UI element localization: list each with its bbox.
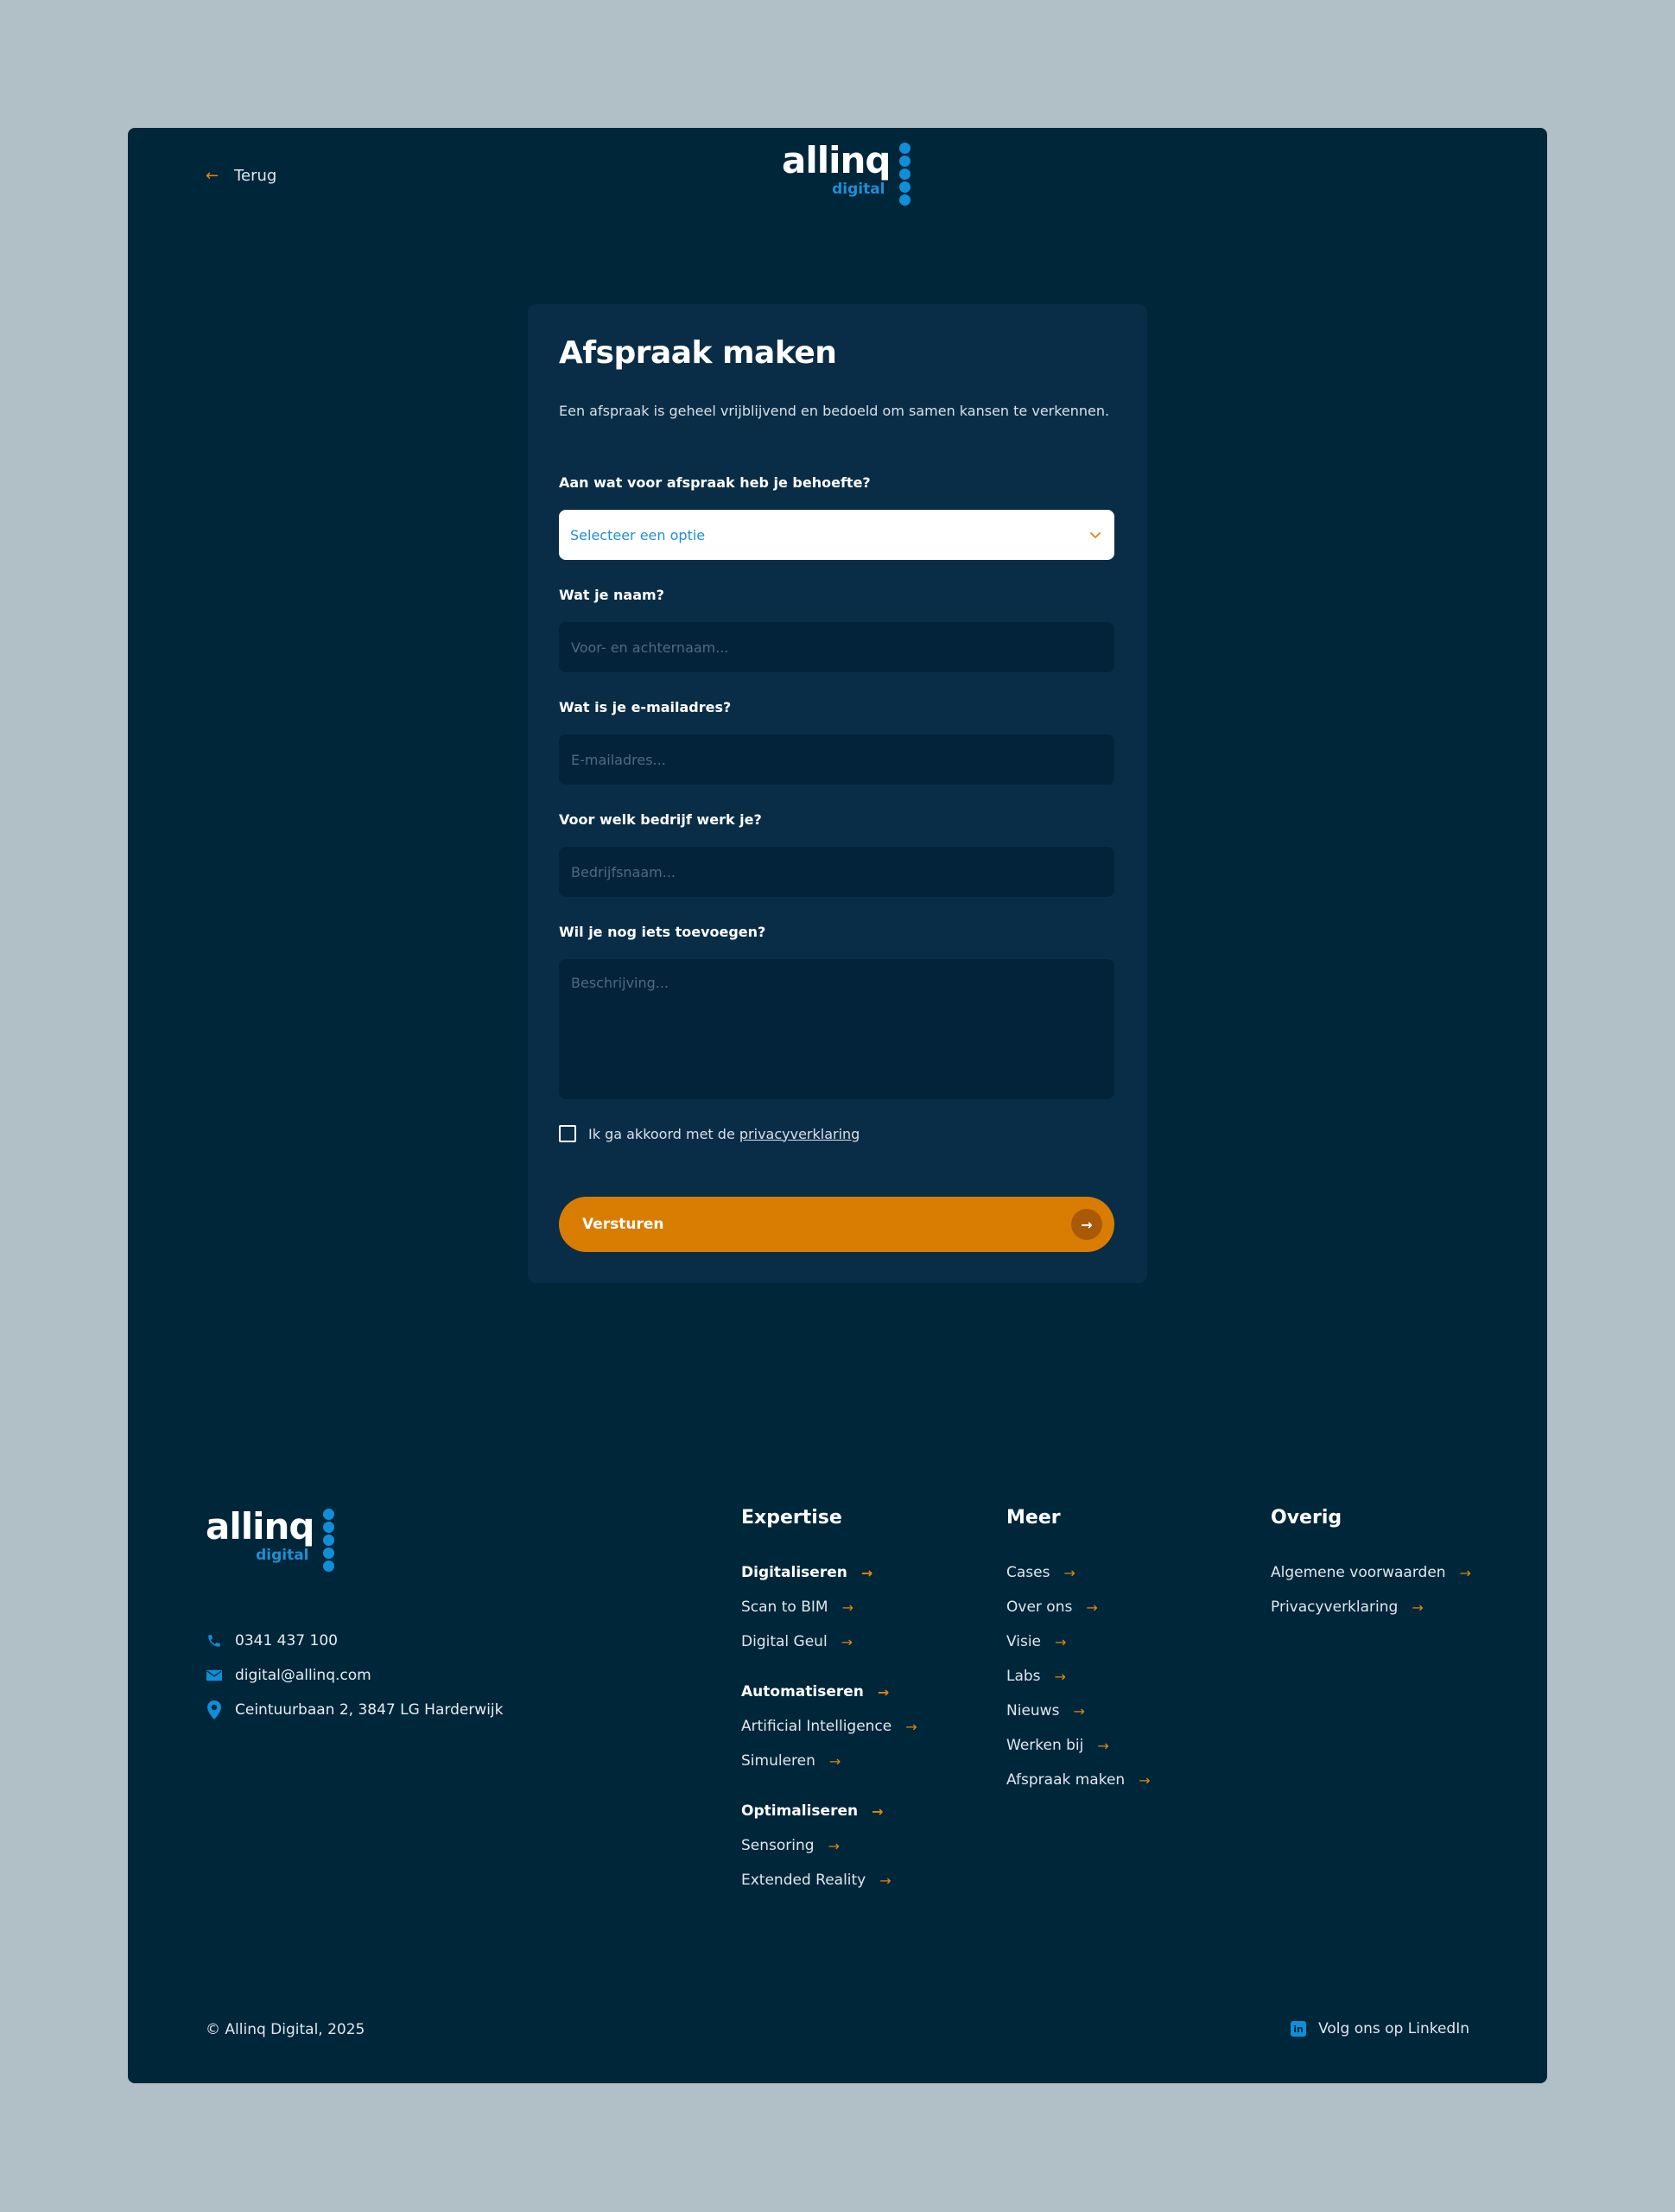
- footer-link-labs[interactable]: Labs →: [1006, 1659, 1151, 1694]
- arrow-right-icon: →: [879, 1872, 891, 1889]
- arrow-right-icon: →: [1086, 1599, 1098, 1616]
- linkedin-icon: in: [1291, 2021, 1307, 2037]
- back-label: Terug: [234, 167, 277, 185]
- consent-row: Ik ga akkoord met de privacyverklaring: [559, 1125, 860, 1142]
- mail-icon: [206, 1667, 223, 1684]
- arrow-right-icon: →: [1459, 1564, 1471, 1581]
- page-frame: ← Terug allinq digital Afspraak maken Ee…: [128, 128, 1547, 2083]
- company-input[interactable]: [559, 847, 1114, 897]
- footer-link-digitaliseren[interactable]: Digitaliseren →: [741, 1555, 917, 1590]
- appointment-form: Afspraak maken Een afspraak is geheel vr…: [528, 304, 1147, 1283]
- footer-link-over-ons[interactable]: Over ons →: [1006, 1590, 1151, 1624]
- footer-link-automatiseren[interactable]: Automatiseren →: [741, 1675, 917, 1709]
- select-value: Selecteer een optie: [570, 526, 706, 543]
- footer-col-meer: Meer Cases → Over ons → Visie → Labs → Nieuw…: [1006, 1507, 1151, 1797]
- meer-title: Meer: [1006, 1507, 1061, 1529]
- phone-icon: [206, 1632, 223, 1649]
- type-label: Aan wat voor afspraak heb je behoefte?: [559, 474, 871, 491]
- footer-link-algemene-voorwaarden[interactable]: Algemene voorwaarden →: [1271, 1555, 1471, 1590]
- contact-info: 0341 437 100 digital@allinq.com Ceintuur…: [206, 1624, 504, 1727]
- logo-dots: [898, 143, 910, 206]
- arrow-right-icon: →: [1071, 1209, 1102, 1240]
- form-title: Afspraak maken: [559, 335, 837, 371]
- linkedin-label: Volg ons op LinkedIn: [1318, 2020, 1469, 2037]
- email-input[interactable]: [559, 734, 1114, 785]
- footer-link-nieuws[interactable]: Nieuws →: [1006, 1694, 1151, 1728]
- linkedin-link[interactable]: in Volg ons op LinkedIn: [1291, 2020, 1469, 2037]
- footer-link-sensoring[interactable]: Sensoring →: [741, 1828, 917, 1863]
- submit-label: Versturen: [582, 1216, 664, 1233]
- footer-link-artificial-intelligence[interactable]: Artificial Intelligence →: [741, 1709, 917, 1744]
- footer-link-cases[interactable]: Cases →: [1006, 1555, 1151, 1590]
- footer-logo-brand: allinq: [206, 1505, 314, 1548]
- arrow-right-icon: →: [877, 1683, 890, 1700]
- arrow-right-icon: →: [1412, 1599, 1424, 1616]
- arrow-right-icon: →: [1063, 1564, 1075, 1581]
- back-link[interactable]: ← Terug: [206, 167, 276, 185]
- contact-phone[interactable]: 0341 437 100: [206, 1624, 504, 1658]
- location-pin-icon: [206, 1700, 223, 1719]
- arrow-right-icon: →: [1055, 1633, 1067, 1650]
- arrow-right-icon: →: [828, 1837, 840, 1854]
- expertise-title: Expertise: [741, 1507, 842, 1529]
- footer-col-expertise: Expertise Digitaliseren → Scan to BIM → Di…: [741, 1507, 917, 1897]
- arrow-right-icon: →: [872, 1802, 884, 1820]
- consent-text: Ik ga akkoord met de privacyverklaring: [588, 1125, 860, 1142]
- arrow-right-icon: →: [841, 1599, 853, 1616]
- form-intro: Een afspraak is geheel vrijblijvend en b…: [559, 403, 1110, 419]
- footer-link-optimaliseren[interactable]: Optimaliseren →: [741, 1794, 917, 1828]
- footer-link-simuleren[interactable]: Simuleren →: [741, 1744, 917, 1778]
- footer-link-digital-geul[interactable]: Digital Geul →: [741, 1624, 917, 1659]
- arrow-right-icon: →: [1073, 1702, 1085, 1719]
- footer-link-visie[interactable]: Visie →: [1006, 1624, 1151, 1659]
- contact-address[interactable]: Ceintuurbaan 2, 3847 LG Harderwijk: [206, 1693, 504, 1727]
- overig-title: Overig: [1271, 1507, 1342, 1529]
- logo-brand: allinq: [782, 139, 891, 181]
- extra-label: Wil je nog iets toevoegen?: [559, 924, 766, 940]
- privacy-link[interactable]: privacyverklaring: [739, 1126, 860, 1142]
- chevron-down-icon: [1090, 532, 1101, 538]
- copyright: © Allinq Digital, 2025: [206, 2021, 365, 2038]
- submit-button[interactable]: Versturen →: [559, 1197, 1114, 1252]
- footer-link-extended-reality[interactable]: Extended Reality →: [741, 1863, 917, 1897]
- consent-checkbox[interactable]: [559, 1125, 576, 1142]
- arrow-right-icon: →: [1054, 1668, 1066, 1685]
- name-input[interactable]: [559, 622, 1114, 672]
- footer-link-privacyverklaring[interactable]: Privacyverklaring →: [1271, 1590, 1471, 1624]
- arrow-right-icon: →: [828, 1752, 841, 1770]
- footer-link-scan-to-bim[interactable]: Scan to BIM →: [741, 1590, 917, 1624]
- footer-logo[interactable]: allinq digital: [206, 1509, 334, 1572]
- arrow-right-icon: →: [860, 1564, 873, 1581]
- arrow-right-icon: →: [905, 1718, 917, 1735]
- footer-logo-dots: [322, 1509, 334, 1572]
- footer-col-overig: Overig Algemene voorwaarden → Privacyverk…: [1271, 1507, 1471, 1624]
- company-label: Voor welk bedrijf werk je?: [559, 811, 762, 828]
- email-label: Wat is je e-mailadres?: [559, 699, 732, 715]
- logo-sub: digital: [832, 181, 885, 198]
- arrow-left-icon: ←: [206, 166, 219, 185]
- header-logo[interactable]: allinq digital: [782, 143, 910, 206]
- footer-link-afspraak-maken[interactable]: Afspraak maken →: [1006, 1763, 1151, 1797]
- footer-link-werken-bij[interactable]: Werken bij →: [1006, 1728, 1151, 1763]
- arrow-right-icon: →: [1139, 1771, 1151, 1789]
- name-label: Wat je naam?: [559, 587, 664, 603]
- arrow-right-icon: →: [1097, 1737, 1109, 1754]
- description-textarea[interactable]: [559, 959, 1114, 1099]
- arrow-right-icon: →: [841, 1633, 853, 1650]
- footer-logo-sub: digital: [256, 1547, 309, 1564]
- contact-email[interactable]: digital@allinq.com: [206, 1658, 504, 1693]
- appointment-type-select[interactable]: Selecteer een optie: [559, 510, 1114, 560]
